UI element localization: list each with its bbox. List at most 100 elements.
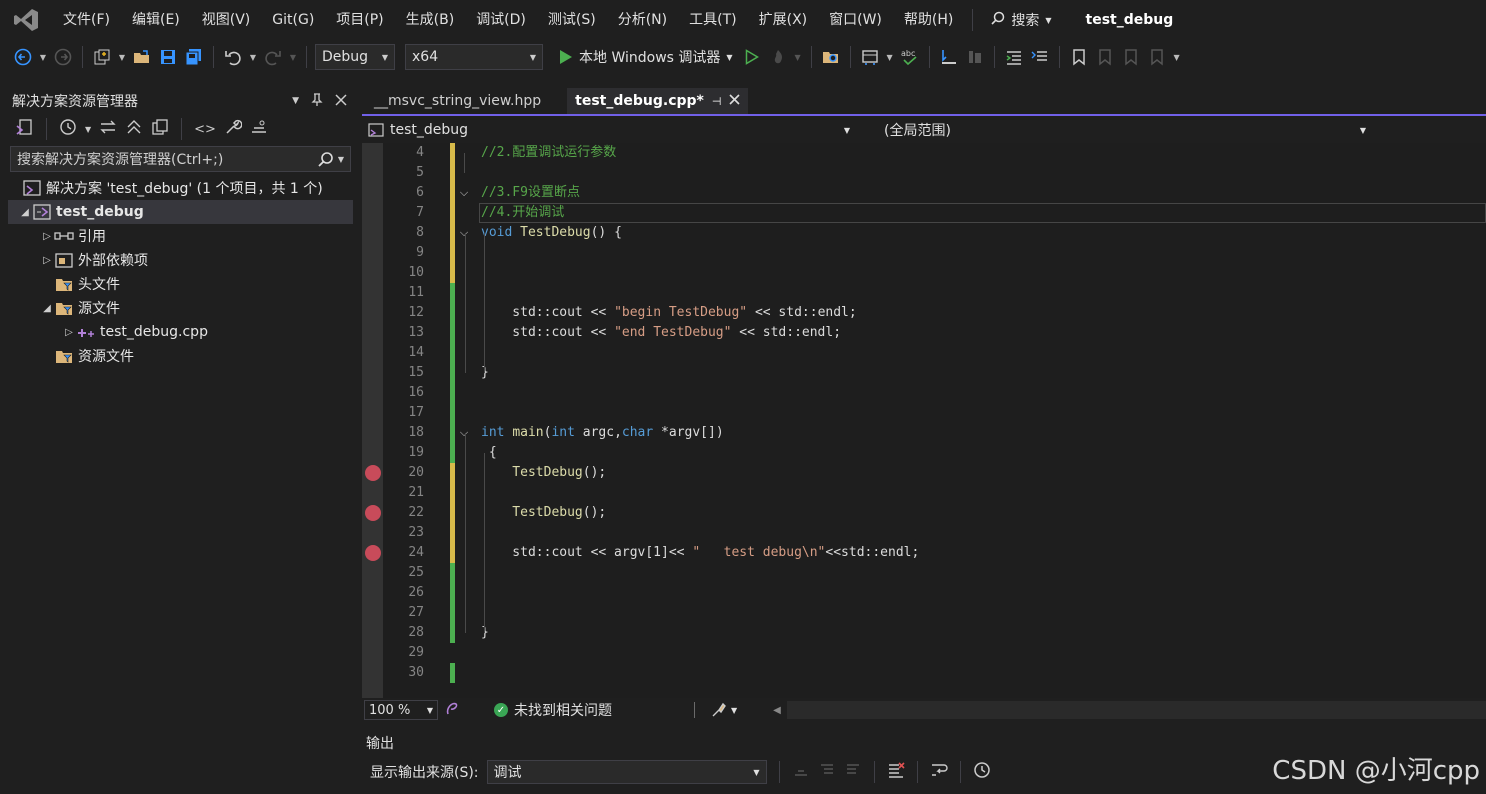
sync-with-active-document-icon[interactable] xyxy=(99,118,117,140)
code-line[interactable]: 6 ⌵ //3.F9设置断点 xyxy=(362,183,1486,203)
menu-item[interactable]: 编辑(E) xyxy=(121,0,191,40)
menu-item[interactable]: 扩展(X) xyxy=(748,0,819,40)
code-line[interactable]: 13 std::cout << "end TestDebug" << std::… xyxy=(362,323,1486,343)
code-line[interactable]: 18 ⌵ int main(int argc,char *argv[]) xyxy=(362,423,1486,443)
fold-chevron-icon[interactable]: ⌵ xyxy=(458,183,470,203)
scroll-left-icon[interactable]: ◀ xyxy=(773,705,781,716)
code-line[interactable]: 11 xyxy=(362,283,1486,303)
save-icon[interactable] xyxy=(157,46,179,68)
find-in-files-icon[interactable] xyxy=(820,46,842,68)
clear-bookmarks-icon[interactable] xyxy=(1146,46,1168,68)
clear-all-icon[interactable] xyxy=(887,761,905,783)
window-position-dropdown-icon[interactable]: ▼ xyxy=(292,96,299,106)
step-into-icon[interactable] xyxy=(938,46,960,68)
code-cleanup-brush-icon[interactable]: ▼ xyxy=(711,702,737,718)
pin-icon[interactable] xyxy=(311,92,323,110)
code-line[interactable]: 30 xyxy=(362,663,1486,683)
code-line[interactable]: 23 xyxy=(362,523,1486,543)
bookmark-icon[interactable] xyxy=(1068,46,1090,68)
tab-test-debug-cpp[interactable]: test_debug.cpp* ⊣ xyxy=(567,88,749,114)
menu-item[interactable]: 视图(V) xyxy=(191,0,262,40)
toggle-timestamp-icon[interactable] xyxy=(973,761,991,783)
solution-platform-select[interactable]: x64 ▼ xyxy=(405,44,543,70)
solution-explorer-search-input[interactable]: 搜索解决方案资源管理器(Ctrl+;) ▼ xyxy=(10,146,351,172)
code-line[interactable]: 5 xyxy=(362,163,1486,183)
code-line[interactable]: 26 xyxy=(362,583,1486,603)
hot-reload-dropdown-icon[interactable]: ▼ xyxy=(793,46,803,68)
horizontal-scrollbar[interactable] xyxy=(786,701,1486,719)
close-tab-icon[interactable] xyxy=(729,93,741,109)
previous-bookmark-icon[interactable] xyxy=(1094,46,1116,68)
tree-item[interactable]: ▷ 引用 xyxy=(8,224,353,248)
tree-item[interactable]: ◢ test_debug xyxy=(8,200,353,224)
undo-icon[interactable] xyxy=(222,46,244,68)
menu-item[interactable]: 帮助(H) xyxy=(893,0,964,40)
tree-item[interactable]: ◢ 源文件 xyxy=(8,296,353,320)
start-without-debugging-icon[interactable] xyxy=(741,46,763,68)
search-options-dropdown-icon[interactable]: ▼ xyxy=(338,155,344,164)
code-line[interactable]: 21 xyxy=(362,483,1486,503)
code-editor[interactable]: 4//2.配置调试运行参数 5 6 ⌵//3.F9设置断点 7//4.开始调试 8 ⌵ voi… xyxy=(362,143,1486,698)
intellicode-icon[interactable] xyxy=(444,700,460,720)
tab-msvc-string-view[interactable]: __msvc_string_view.hpp xyxy=(366,88,549,114)
properties-wrench-icon[interactable] xyxy=(224,118,243,140)
code-line[interactable]: 19 { xyxy=(362,443,1486,463)
chevron-down-icon[interactable]: ▼ xyxy=(85,125,91,134)
menu-item[interactable]: 窗口(W) xyxy=(818,0,893,40)
step-out-icon[interactable] xyxy=(964,46,986,68)
code-line[interactable]: 8 ⌵ void TestDebug() { xyxy=(362,223,1486,243)
solution-configuration-select[interactable]: Debug ▼ xyxy=(315,44,395,70)
navigate-back-dropdown-icon[interactable]: ▼ xyxy=(38,46,48,68)
breakpoint-icon[interactable] xyxy=(365,545,381,561)
code-line[interactable]: 27 xyxy=(362,603,1486,623)
decrease-indent-icon[interactable] xyxy=(1003,46,1025,68)
issues-indicator[interactable]: ✓ 未找到相关问题 xyxy=(494,700,612,720)
code-line[interactable]: 17 xyxy=(362,403,1486,423)
view-code-icon[interactable]: <> xyxy=(194,122,216,137)
tree-item[interactable]: ▷ 外部依赖项 xyxy=(8,248,353,272)
code-line[interactable]: 25 xyxy=(362,563,1486,583)
code-line[interactable]: 29 xyxy=(362,643,1486,663)
code-line[interactable]: 12 std::cout << "begin TestDebug" << std… xyxy=(362,303,1486,323)
code-line[interactable]: 20 TestDebug(); xyxy=(362,463,1486,483)
code-line[interactable]: 16 xyxy=(362,383,1486,403)
redo-dropdown-icon[interactable]: ▼ xyxy=(288,46,298,68)
tree-item[interactable]: ▷ test_debug.cpp xyxy=(8,320,353,344)
toolbar-overflow-icon[interactable]: ▼ xyxy=(1172,46,1182,68)
fold-chevron-icon[interactable]: ⌵ xyxy=(458,423,470,443)
tree-item[interactable]: 解决方案 'test_debug' (1 个项目，共 1 个) xyxy=(8,176,353,200)
undo-dropdown-icon[interactable]: ▼ xyxy=(248,46,258,68)
pin-tab-icon[interactable]: ⊣ xyxy=(712,95,722,108)
tree-item[interactable]: 头文件 xyxy=(8,272,353,296)
collapse-arrow-icon[interactable]: ◢ xyxy=(18,207,32,218)
code-line[interactable]: 10 xyxy=(362,263,1486,283)
code-line[interactable]: 28} xyxy=(362,623,1486,643)
fold-chevron-icon[interactable]: ⌵ xyxy=(458,223,470,243)
zoom-level-select[interactable]: 100 % ▼ xyxy=(364,700,438,720)
code-line[interactable]: 9 xyxy=(362,243,1486,263)
new-project-icon[interactable] xyxy=(91,46,113,68)
member-scope-select[interactable]: (全局范围) ▼ xyxy=(878,119,1372,141)
find-message-in-code-icon[interactable] xyxy=(792,761,810,783)
navigate-back-icon[interactable] xyxy=(12,46,34,68)
menu-item[interactable]: Git(G) xyxy=(261,0,325,40)
collapse-arrow-icon[interactable]: ◢ xyxy=(40,303,54,314)
breakpoint-icon[interactable] xyxy=(365,465,381,481)
redo-icon[interactable] xyxy=(262,46,284,68)
menu-item[interactable]: 调试(D) xyxy=(465,0,537,40)
menu-item[interactable]: 项目(P) xyxy=(325,0,394,40)
save-all-icon[interactable] xyxy=(183,46,205,68)
switch-views-icon[interactable] xyxy=(16,118,34,140)
expand-arrow-icon[interactable]: ▷ xyxy=(40,231,54,242)
solution-configurations-icon[interactable] xyxy=(859,46,881,68)
next-bookmark-icon[interactable] xyxy=(1120,46,1142,68)
hot-reload-icon[interactable] xyxy=(767,46,789,68)
output-source-select[interactable]: 调试 ▼ xyxy=(486,760,767,784)
expand-arrow-icon[interactable]: ▷ xyxy=(62,327,76,338)
menu-item[interactable]: 分析(N) xyxy=(607,0,678,40)
show-all-files-icon[interactable] xyxy=(151,118,169,140)
navigate-forward-icon[interactable] xyxy=(52,46,74,68)
breakpoint-icon[interactable] xyxy=(365,505,381,521)
spell-check-icon[interactable]: abc xyxy=(899,46,921,68)
overflow-dropdown-icon[interactable]: ▼ xyxy=(885,46,895,68)
